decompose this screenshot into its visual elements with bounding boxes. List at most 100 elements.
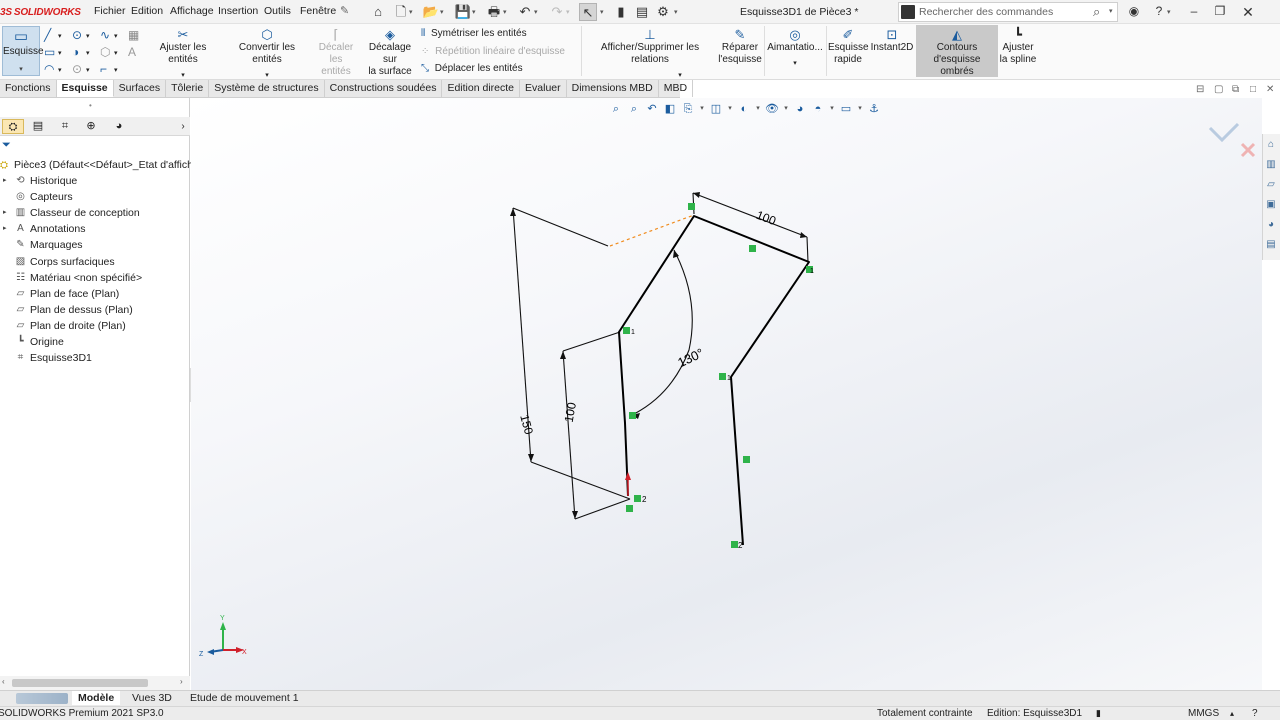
design-library-icon[interactable]: ▥ bbox=[1264, 158, 1278, 172]
relation-marker[interactable] bbox=[629, 412, 636, 419]
aimantation-button[interactable]: ◎ Aimantatio... ▾ bbox=[766, 28, 824, 70]
help-balloon-icon[interactable]: ? bbox=[1252, 708, 1258, 719]
tree-item[interactable]: ▧ Corps surfaciques bbox=[0, 254, 190, 270]
decalage-surface-button[interactable]: ◈ Décalage sur la surface bbox=[362, 28, 418, 78]
undo-icon[interactable]: ↶ bbox=[516, 3, 534, 21]
contours-esquisse-ombres-button[interactable]: ◭ Contours d'esquisse ombrés bbox=[916, 25, 998, 77]
anchor-icon[interactable]: ⚓ bbox=[866, 101, 882, 117]
rectangle-icon[interactable]: ▭ bbox=[44, 45, 55, 59]
custom-properties-icon[interactable]: ▤ bbox=[1264, 238, 1278, 252]
chevron-up-icon[interactable]: ▴ bbox=[1230, 708, 1234, 719]
file-properties-icon[interactable]: ▤ bbox=[633, 3, 651, 21]
command-search-box[interactable]: Rechercher des commandes ⌕ bbox=[898, 2, 1118, 22]
tab-constructions-soudees[interactable]: Constructions soudées bbox=[325, 80, 443, 97]
tab-modele[interactable]: Modèle bbox=[72, 691, 121, 705]
slot-icon[interactable]: ◑ bbox=[72, 45, 79, 59]
feature-manager-icon[interactable]: ⛭ bbox=[2, 119, 24, 134]
chevron-down-icon[interactable]: ▾ bbox=[472, 8, 476, 16]
chevron-down-icon[interactable]: ▾ bbox=[3, 64, 39, 76]
deplacer-entites-button[interactable]: ⤡ Déplacer les entités bbox=[421, 63, 523, 74]
chevron-down-icon[interactable]: ▾ bbox=[766, 58, 824, 70]
minimize-icon[interactable]: – bbox=[1186, 4, 1202, 18]
options-gear-icon[interactable]: ⚙ bbox=[654, 3, 672, 21]
convertir-entites-button[interactable]: ⬡ Convertir les entités ▾ bbox=[225, 28, 309, 82]
user-account-icon[interactable]: ◉ bbox=[1126, 4, 1142, 18]
tab-etude-mouvement[interactable]: Etude de mouvement 1 bbox=[184, 691, 305, 705]
view-orientation-icon[interactable]: ◫ bbox=[708, 101, 724, 117]
line-icon[interactable]: ╱ bbox=[44, 28, 51, 42]
chevron-down-icon[interactable]: ▾ bbox=[86, 49, 90, 57]
open-folder-icon[interactable]: 📂 bbox=[422, 3, 440, 21]
menu-fichier[interactable]: Fichier bbox=[94, 5, 126, 17]
chevron-down-icon[interactable]: ▾ bbox=[566, 8, 570, 16]
tab-navigation-arrows[interactable] bbox=[16, 693, 68, 704]
repetition-lineaire-button[interactable]: ⁘ Répétition linéaire d'esquisse bbox=[421, 46, 565, 57]
home-icon[interactable]: ⌂ bbox=[369, 3, 387, 21]
chevron-down-icon[interactable]: ▾ bbox=[782, 101, 790, 117]
display-manager-icon[interactable]: ◕ bbox=[108, 119, 130, 134]
chevron-down-icon[interactable]: ▾ bbox=[409, 8, 413, 16]
tab-tolerie[interactable]: Tôlerie bbox=[166, 80, 210, 97]
arc-icon[interactable]: ◠ bbox=[44, 62, 54, 76]
chevron-down-icon[interactable]: ▾ bbox=[440, 8, 444, 16]
expand-arrow-icon[interactable]: ▸ bbox=[3, 173, 7, 189]
chevron-down-icon[interactable]: ▾ bbox=[600, 8, 604, 16]
relation-marker[interactable] bbox=[623, 327, 630, 334]
chevron-down-icon[interactable]: ▾ bbox=[828, 101, 836, 117]
afficher-relations-button[interactable]: ⊥ Afficher/Supprimer les relations ▾ bbox=[584, 28, 716, 82]
view-palette-icon[interactable]: ▣ bbox=[1264, 198, 1278, 212]
zoom-to-area-icon[interactable]: ⌕ bbox=[626, 101, 642, 117]
chevron-down-icon[interactable]: ▾ bbox=[503, 8, 507, 16]
tab-esquisse[interactable]: Esquisse bbox=[56, 80, 114, 97]
relation-marker[interactable] bbox=[688, 203, 695, 210]
chevron-down-icon[interactable]: ▾ bbox=[856, 101, 864, 117]
instant2d-button[interactable]: ⊡ Instant2D bbox=[869, 28, 915, 54]
text-a-icon[interactable]: A bbox=[128, 45, 136, 59]
tab-dimensions-mbd[interactable]: Dimensions MBD bbox=[567, 80, 659, 97]
expand-arrow-icon[interactable]: ▸ bbox=[3, 221, 7, 237]
tab-fonctions[interactable]: Fonctions bbox=[0, 80, 57, 97]
pin-icon[interactable]: ✎ bbox=[340, 4, 349, 17]
circle-icon[interactable]: ⊙ bbox=[72, 28, 82, 42]
tree-item[interactable]: ▸ ⟲ Historique bbox=[0, 173, 190, 189]
fillet-icon[interactable]: ⌐ bbox=[100, 62, 107, 76]
status-units[interactable]: MMGS bbox=[1188, 708, 1219, 719]
tree-root-part[interactable]: ⛭ Pièce3 (Défaut<<Défaut>_Etat d'affich bbox=[0, 157, 193, 173]
solidworks-logo[interactable]: 3S SOLIDWORKS bbox=[0, 4, 81, 20]
configuration-manager-icon[interactable]: ⌗ bbox=[54, 119, 76, 134]
scroll-left-icon[interactable]: ‹ bbox=[2, 677, 5, 686]
reparer-esquisse-button[interactable]: ✎ Réparer l'esquisse bbox=[718, 28, 762, 66]
solidworks-resources-icon[interactable]: ⌂ bbox=[1264, 138, 1278, 152]
scrollbar-thumb[interactable] bbox=[12, 679, 148, 687]
tab-evaluer[interactable]: Evaluer bbox=[520, 80, 567, 97]
display-style-icon[interactable]: ◐ bbox=[736, 101, 752, 117]
chevron-down-icon[interactable]: ▾ bbox=[674, 8, 678, 16]
select-cursor-icon[interactable]: ↖ bbox=[579, 3, 597, 21]
rebuild-icon[interactable]: ▮ bbox=[612, 3, 630, 21]
viewport-maximize-icon[interactable]: □ bbox=[1250, 84, 1256, 95]
view-settings-icon[interactable]: ▭ bbox=[838, 101, 854, 117]
relation-marker[interactable] bbox=[749, 245, 756, 252]
chevron-down-icon[interactable]: ▾ bbox=[534, 8, 538, 16]
relation-marker[interactable] bbox=[719, 373, 726, 380]
appearances-icon[interactable]: ◕ bbox=[1264, 218, 1278, 232]
viewport-minimize-icon[interactable]: ⊟ bbox=[1196, 84, 1204, 95]
redo-icon[interactable]: ↷ bbox=[548, 3, 566, 21]
spline-icon[interactable]: ∿ bbox=[100, 28, 110, 42]
hide-show-items-icon[interactable]: 👁 bbox=[764, 101, 780, 117]
relation-marker[interactable] bbox=[806, 266, 813, 273]
ajuster-spline-button[interactable]: ┗ Ajuster la spline bbox=[999, 28, 1037, 66]
property-manager-icon[interactable]: ▤ bbox=[27, 119, 49, 134]
polygon-icon[interactable]: ⬡ bbox=[100, 45, 110, 59]
chevron-down-icon[interactable]: ▾ bbox=[114, 49, 118, 57]
menu-fenetre[interactable]: Fenêtre bbox=[300, 5, 336, 17]
rebuild-indicator-icon[interactable]: ▮ bbox=[1096, 708, 1101, 719]
tab-mbd[interactable]: MBD bbox=[659, 80, 694, 97]
menu-affichage[interactable]: Affichage bbox=[170, 5, 214, 17]
section-view-icon[interactable]: ◧ bbox=[662, 101, 678, 117]
chevron-down-icon[interactable]: ▾ bbox=[114, 66, 118, 74]
graphics-viewport[interactable] bbox=[191, 98, 1262, 690]
previous-view-icon[interactable]: ↶ bbox=[644, 101, 660, 117]
print-icon[interactable]: 🖶 bbox=[485, 3, 503, 21]
dynamic-annotation-icon[interactable]: ⎘ bbox=[680, 101, 696, 117]
